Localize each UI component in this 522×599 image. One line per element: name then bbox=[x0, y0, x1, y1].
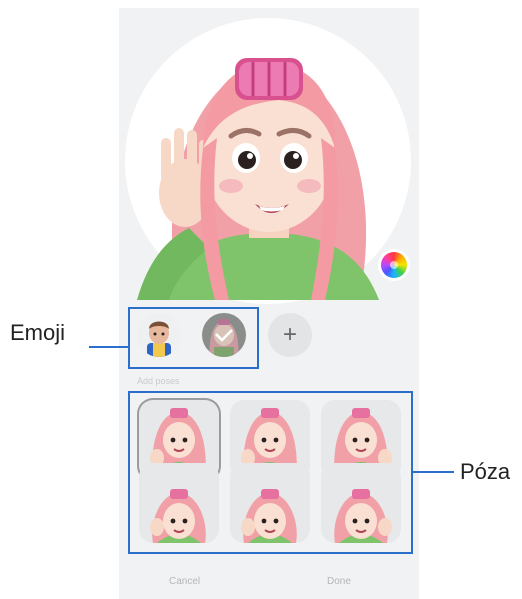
emoji-callout-label: Emoji bbox=[10, 320, 66, 345]
add-icon: + bbox=[282, 321, 297, 348]
cancel-button[interactable]: Cancel bbox=[169, 576, 200, 587]
pose-callout-line bbox=[413, 471, 454, 473]
color-palette-icon[interactable] bbox=[381, 252, 407, 278]
avatar-preview bbox=[119, 8, 419, 304]
done-button[interactable]: Done bbox=[327, 576, 351, 587]
emoji-callout-box bbox=[128, 307, 259, 369]
emoji-callout-line bbox=[89, 346, 128, 348]
pose-callout-box bbox=[128, 391, 413, 554]
avatar-illustration bbox=[137, 58, 379, 300]
add-emoji-button[interactable]: + bbox=[268, 313, 312, 357]
poses-section-label: Add poses bbox=[137, 376, 180, 386]
pose-callout-label: Póza bbox=[460, 459, 511, 484]
